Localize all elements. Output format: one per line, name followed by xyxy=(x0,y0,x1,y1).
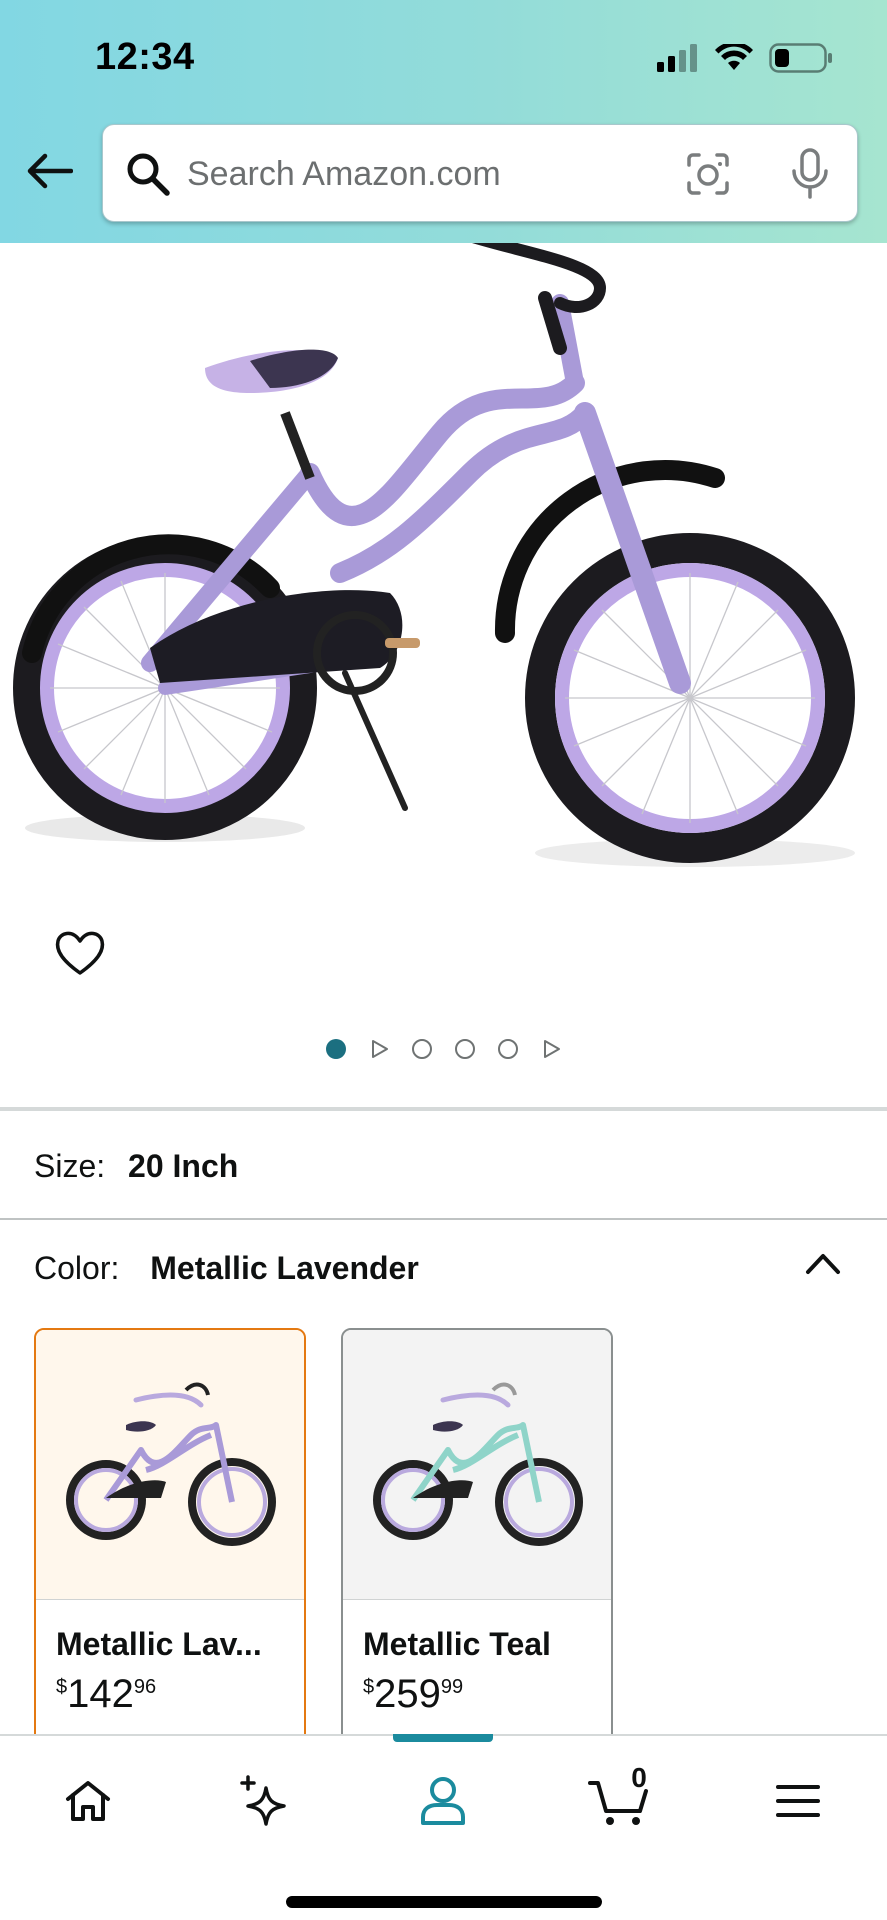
carousel-dot[interactable] xyxy=(411,1038,433,1060)
bike-image xyxy=(13,243,855,867)
size-selector[interactable]: Size: 20 Inch xyxy=(34,1148,238,1185)
carousel-dot[interactable] xyxy=(454,1038,476,1060)
carousel-dot-active[interactable] xyxy=(325,1038,347,1060)
color-selector-header[interactable]: Color: Metallic Lavender xyxy=(34,1250,419,1287)
heart-icon xyxy=(55,931,105,975)
price-symbol: $ xyxy=(56,1676,68,1698)
home-icon xyxy=(66,1781,110,1821)
nav-home[interactable] xyxy=(53,1766,123,1836)
nav-rufus[interactable] xyxy=(230,1766,300,1836)
color-label: Color: xyxy=(34,1250,120,1286)
size-value: 20 Inch xyxy=(128,1148,239,1184)
swatch-thumbnail xyxy=(343,1330,611,1600)
arrow-left-icon xyxy=(27,153,73,189)
bike-thumbnail-teal xyxy=(373,1382,583,1546)
microphone-icon[interactable] xyxy=(785,147,835,201)
search-bar[interactable]: Search Amazon.com xyxy=(102,124,858,222)
size-label: Size: xyxy=(34,1148,106,1184)
battery-icon xyxy=(769,43,832,73)
carousel-video-icon[interactable] xyxy=(368,1038,390,1060)
wishlist-button[interactable] xyxy=(52,925,108,981)
wifi-icon xyxy=(715,44,753,70)
search-input[interactable]: Search Amazon.com xyxy=(187,155,501,194)
back-button[interactable] xyxy=(24,145,76,197)
price-symbol: $ xyxy=(363,1676,375,1698)
home-indicator[interactable] xyxy=(286,1896,602,1908)
swatch-price: $ 142 96 xyxy=(56,1672,156,1716)
nav-menu[interactable] xyxy=(763,1766,833,1836)
active-tab-indicator xyxy=(393,1734,493,1742)
price-fraction: 99 xyxy=(440,1676,464,1698)
rufus-sparkle-icon xyxy=(240,1775,286,1826)
swatch-name: Metallic Teal xyxy=(363,1626,551,1662)
carousel-dot[interactable] xyxy=(497,1038,519,1060)
swatch-name: Metallic Lav... xyxy=(56,1626,262,1662)
color-value: Metallic Lavender xyxy=(150,1250,419,1286)
status-icons xyxy=(657,40,833,76)
search-icon xyxy=(127,153,170,196)
price-fraction: 96 xyxy=(133,1676,157,1698)
swatch-thumbnail xyxy=(36,1330,304,1600)
camera-lens-icon[interactable] xyxy=(683,149,733,199)
product-image[interactable] xyxy=(0,243,887,883)
swatch-price: $ 259 99 xyxy=(363,1672,463,1716)
bottom-navigation: 0 xyxy=(0,1734,887,1920)
menu-icon xyxy=(776,1785,820,1817)
price-whole: 259 xyxy=(374,1672,441,1716)
section-divider xyxy=(0,1107,887,1111)
bike-thumbnail-lavender xyxy=(66,1382,276,1546)
section-divider xyxy=(0,1218,887,1220)
account-icon xyxy=(421,1777,465,1825)
color-option-metallic-teal[interactable]: Metallic Teal $ 259 99 xyxy=(341,1328,613,1748)
chevron-up-icon[interactable] xyxy=(804,1250,842,1276)
status-time: 12:34 xyxy=(95,36,195,78)
nav-account[interactable] xyxy=(408,1766,478,1836)
color-option-metallic-lavender[interactable]: Metallic Lav... $ 142 96 xyxy=(34,1328,306,1748)
cart-count-badge: 0 xyxy=(631,1762,647,1793)
signal-icon xyxy=(657,44,697,72)
price-whole: 142 xyxy=(67,1672,134,1716)
header: 12:34 Search Amazon.com xyxy=(0,0,887,243)
image-carousel-indicator[interactable] xyxy=(0,1032,887,1066)
carousel-video-icon[interactable] xyxy=(540,1038,562,1060)
